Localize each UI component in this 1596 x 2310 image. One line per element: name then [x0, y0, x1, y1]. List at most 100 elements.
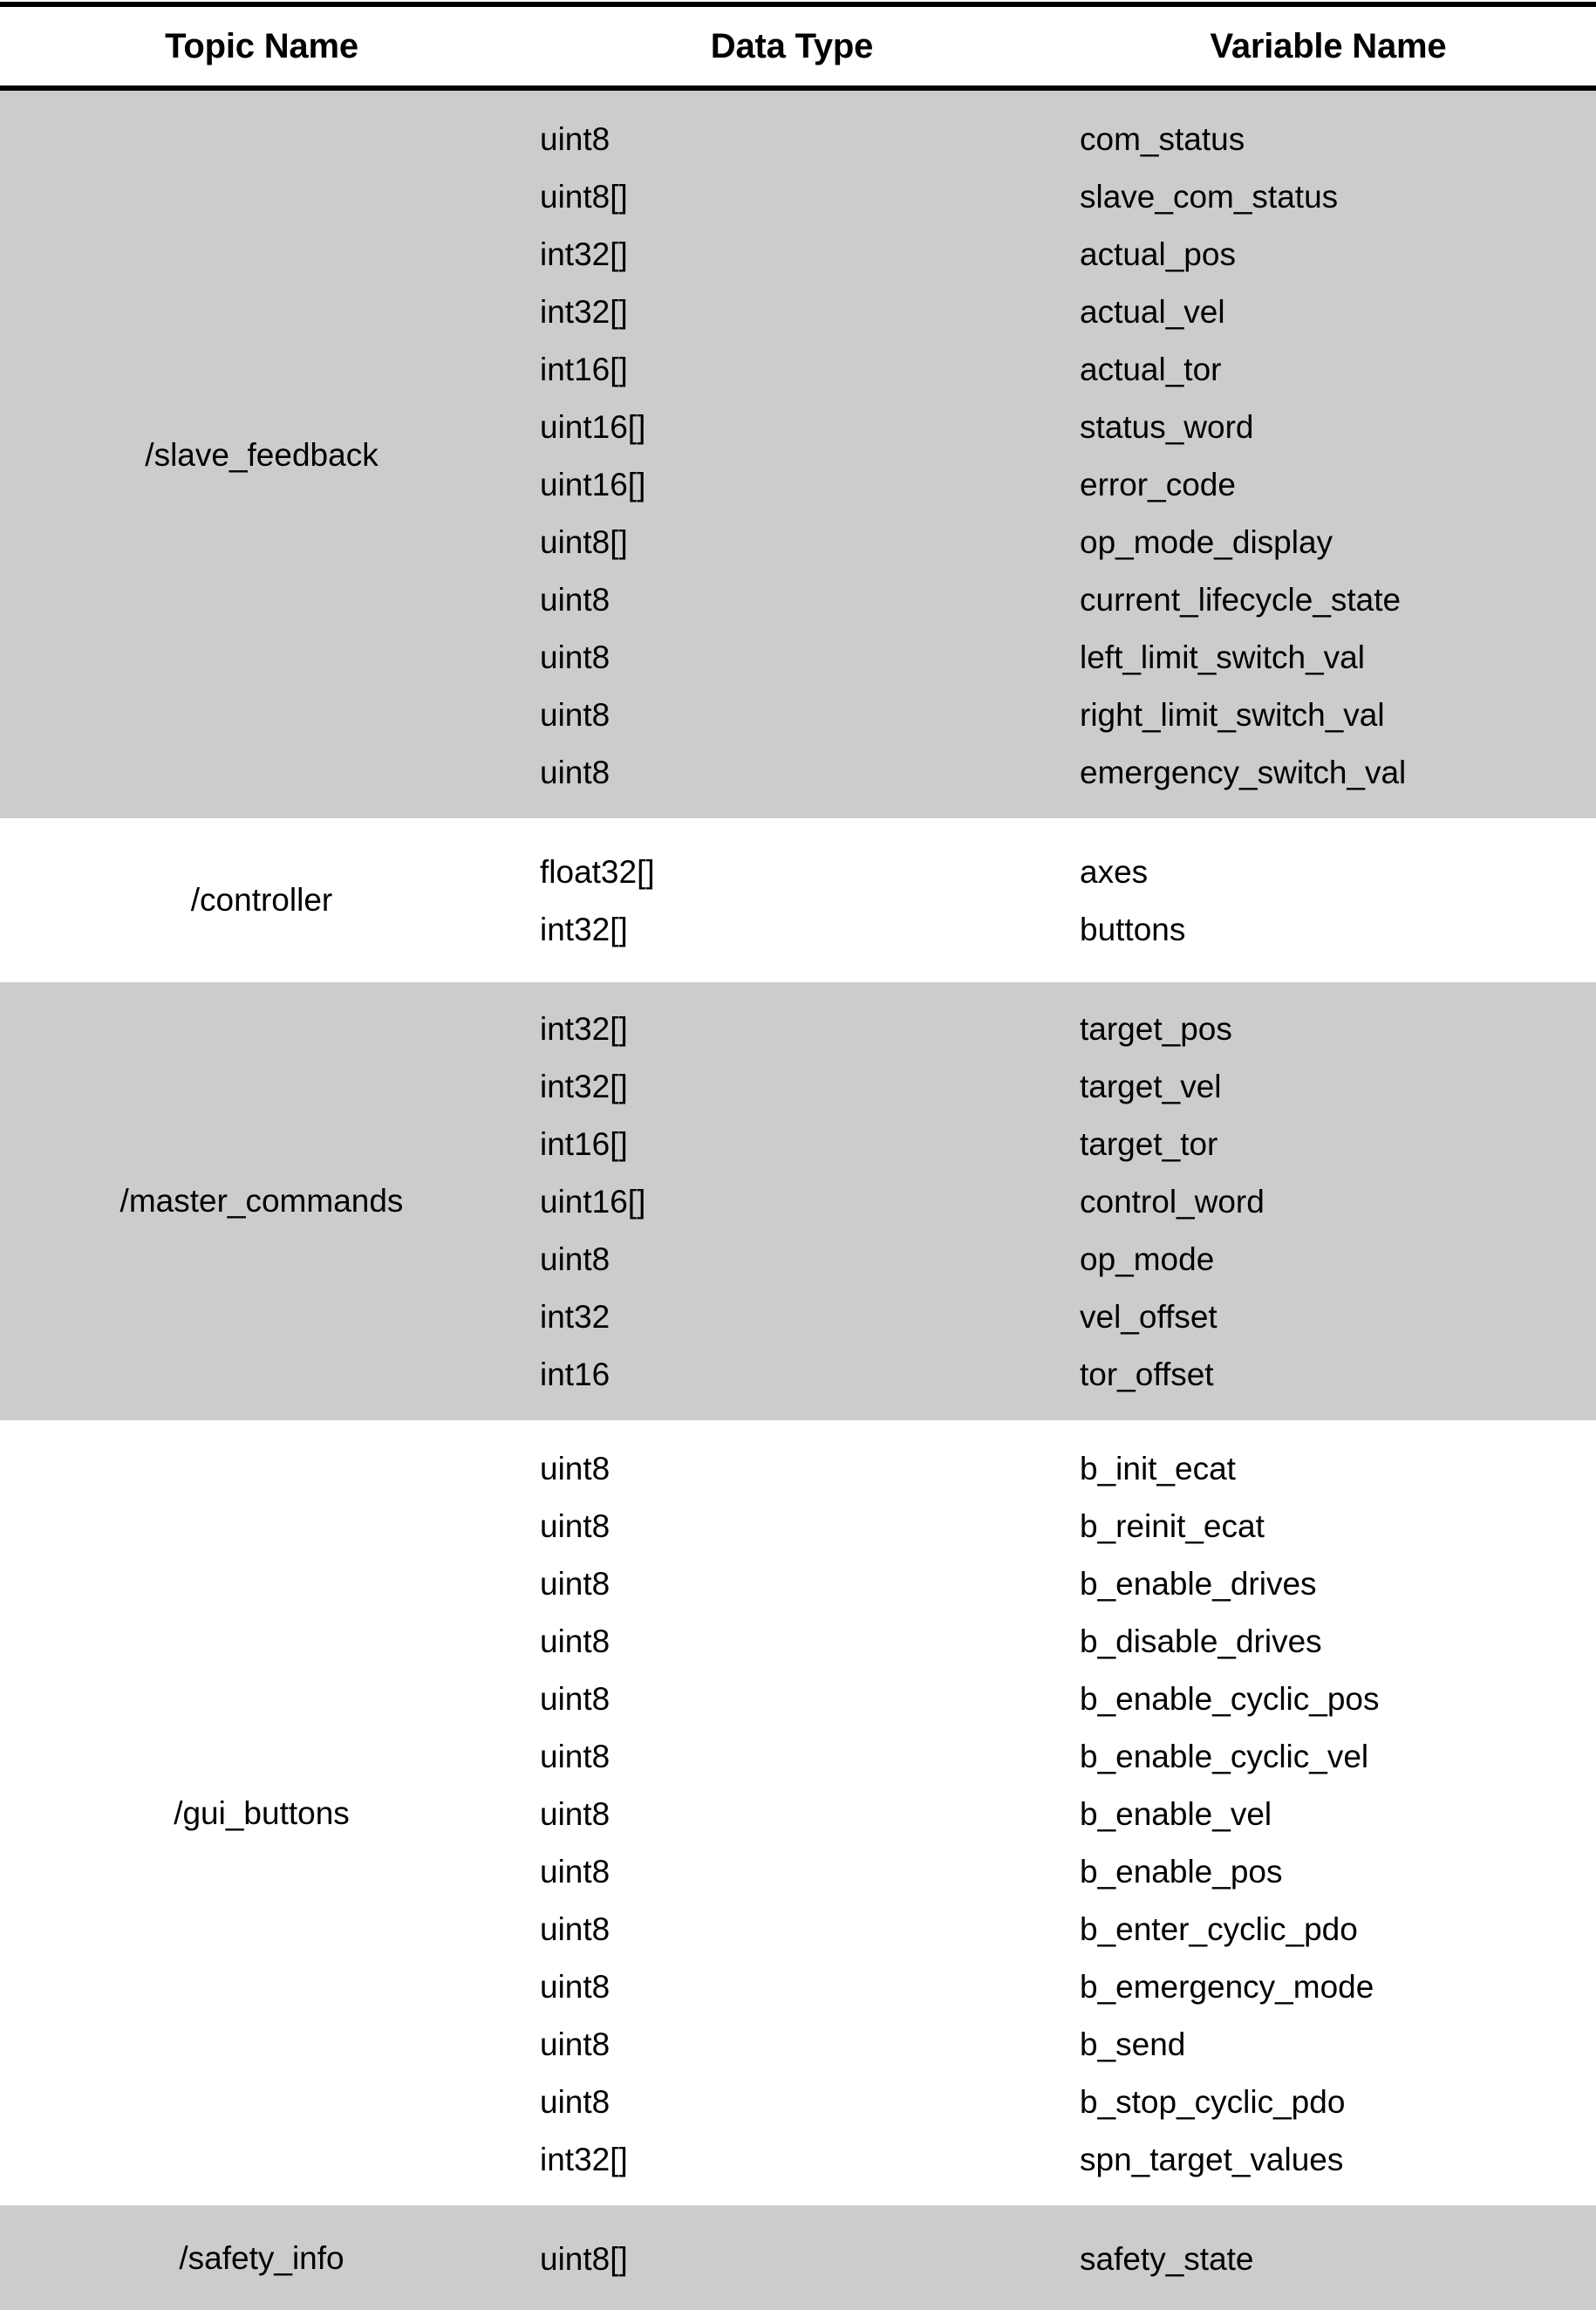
table-row: int32[] spn_target_values [523, 2130, 1596, 2188]
variable-name-cell: b_disable_drives [1080, 1623, 1322, 1659]
data-type-cell: int32 [540, 1298, 610, 1335]
topic-name-cell: /slave_feedback [145, 436, 379, 473]
table-row: uint8 com_status [523, 110, 1596, 167]
table-row: uint8[] op_mode_display [523, 513, 1596, 571]
variable-name-cell: spn_target_values [1080, 2141, 1344, 2177]
table-row: int16[] target_tor [523, 1115, 1596, 1172]
variable-name-cell: b_enable_vel [1080, 1795, 1272, 1832]
table-row: int32[] actual_vel [523, 283, 1596, 340]
data-type-cell: uint8[] [540, 2240, 628, 2277]
variable-name-cell: safety_state [1080, 2240, 1254, 2277]
variable-name-cell: actual_pos [1080, 236, 1236, 272]
variable-name-cell: actual_vel [1080, 293, 1225, 330]
data-type-cell: int32[] [540, 293, 628, 330]
table-row: uint8 op_mode [523, 1230, 1596, 1288]
table-row: uint8 b_reinit_ecat [523, 1497, 1596, 1555]
data-type-cell: uint8 [540, 1853, 610, 1890]
data-type-cell: int32[] [540, 2141, 628, 2177]
table-row: uint8 b_enter_cyclic_pdo [523, 1900, 1596, 1958]
variable-name-cell: b_enable_cyclic_vel [1080, 1738, 1369, 1774]
data-type-cell: uint8 [540, 696, 610, 733]
topic-rows: float32[] axes int32[] buttons [523, 843, 1596, 958]
variable-name-cell: target_vel [1080, 1068, 1222, 1104]
topic-name-cell: /controller [190, 881, 333, 918]
data-type-cell: int16[] [540, 1125, 628, 1162]
data-type-cell: float32[] [540, 853, 655, 890]
data-type-cell: uint8 [540, 639, 610, 675]
table-row: int32[] target_pos [523, 1000, 1596, 1057]
data-type-cell: uint16[] [540, 1183, 646, 1220]
data-type-cell: uint8 [540, 1507, 610, 1544]
topic-rows: uint8 b_init_ecat uint8 b_reinit_ecat uint8 b… [523, 1439, 1596, 2188]
variable-name-cell: axes [1080, 853, 1149, 890]
variable-name-cell: b_emergency_mode [1080, 1968, 1374, 2005]
variable-name-cell: b_reinit_ecat [1080, 1507, 1265, 1544]
variable-name-cell: error_code [1080, 466, 1236, 502]
variable-name-cell: vel_offset [1080, 1298, 1217, 1335]
topic-rows: int32[] target_pos int32[] target_vel int16[… [523, 1000, 1596, 1403]
column-header-variable-name: Variable Name [1210, 26, 1447, 65]
data-type-cell: uint8[] [540, 523, 628, 560]
table-row: int32[] actual_pos [523, 225, 1596, 283]
table-row: uint8 b_enable_pos [523, 1842, 1596, 1900]
data-type-cell: int32[] [540, 1010, 628, 1047]
table-row: int32 vel_offset [523, 1288, 1596, 1345]
data-type-cell: uint8 [540, 2026, 610, 2062]
table-row: uint8 left_limit_switch_val [523, 628, 1596, 686]
table-row: int32[] buttons [523, 900, 1596, 958]
variable-name-cell: op_mode_display [1080, 523, 1333, 560]
variable-name-cell: tor_offset [1080, 1356, 1214, 1392]
table-stack: Topic Name Data Type Variable Name /slav… [0, 0, 1596, 2310]
table-row: uint16[] error_code [523, 455, 1596, 513]
variable-name-cell: right_limit_switch_val [1080, 696, 1385, 733]
data-type-cell: uint8 [540, 2083, 610, 2120]
variable-name-cell: op_mode [1080, 1240, 1215, 1277]
data-type-cell: uint16[] [540, 466, 646, 502]
data-type-cell: uint8 [540, 1738, 610, 1774]
topic-name-cell: /master_commands [119, 1182, 404, 1219]
variable-name-cell: actual_tor [1080, 351, 1222, 387]
table-row: uint16[] control_word [523, 1172, 1596, 1230]
data-type-cell: uint8 [540, 1240, 610, 1277]
table-row: uint8 b_enable_vel [523, 1785, 1596, 1842]
table-row: uint8 b_enable_drives [523, 1555, 1596, 1612]
variable-name-cell: target_tor [1080, 1125, 1218, 1162]
table-row: uint8[] safety_state [523, 2230, 1596, 2287]
table-row: uint8 emergency_switch_val [523, 743, 1596, 801]
table-body: /slave_feedback uint8 com_status uint8[] sla… [0, 91, 1596, 2310]
variable-name-cell: b_enable_drives [1080, 1565, 1317, 1602]
topic-rows: uint8[] safety_state [523, 2230, 1596, 2287]
table-row: uint8 b_enable_cyclic_pos [523, 1670, 1596, 1727]
variable-name-cell: left_limit_switch_val [1080, 639, 1365, 675]
variable-name-cell: status_word [1080, 408, 1254, 445]
table-row: int32[] target_vel [523, 1057, 1596, 1115]
table-row: uint8[] slave_com_status [523, 167, 1596, 225]
data-type-cell: int16[] [540, 351, 628, 387]
variable-name-cell: current_lifecycle_state [1080, 581, 1402, 618]
data-type-cell: uint8 [540, 1450, 610, 1486]
topic-variable-table: Topic Name Data Type Variable Name /slav… [0, 0, 1596, 2310]
table-row: uint8 b_init_ecat [523, 1439, 1596, 1497]
topic-section: /controller float32[] axes int32[] buttons [0, 818, 1596, 982]
variable-name-cell: buttons [1080, 911, 1186, 947]
table-row: int16[] actual_tor [523, 340, 1596, 398]
variable-name-cell: b_init_ecat [1080, 1450, 1236, 1486]
table-row: uint16[] status_word [523, 398, 1596, 455]
data-type-cell: uint8 [540, 1623, 610, 1659]
variable-name-cell: emergency_switch_val [1080, 754, 1407, 790]
table-row: uint8 b_disable_drives [523, 1612, 1596, 1670]
data-type-cell: uint8 [540, 1795, 610, 1832]
data-type-cell: uint8 [540, 1565, 610, 1602]
data-type-cell: uint16[] [540, 408, 646, 445]
topic-name-cell: /safety_info [179, 2239, 344, 2276]
table-row: int16 tor_offset [523, 1345, 1596, 1403]
table-row: uint8 b_stop_cyclic_pdo [523, 2073, 1596, 2130]
table-row: uint8 current_lifecycle_state [523, 571, 1596, 628]
data-type-cell: uint8 [540, 120, 610, 157]
data-type-cell: uint8[] [540, 178, 628, 215]
variable-name-cell: b_stop_cyclic_pdo [1080, 2083, 1346, 2120]
data-type-cell: uint8 [540, 1680, 610, 1717]
table-row: uint8 b_enable_cyclic_vel [523, 1727, 1596, 1785]
column-header-data-type: Data Type [710, 26, 874, 65]
table-header-row: Topic Name Data Type Variable Name [0, 7, 1596, 85]
